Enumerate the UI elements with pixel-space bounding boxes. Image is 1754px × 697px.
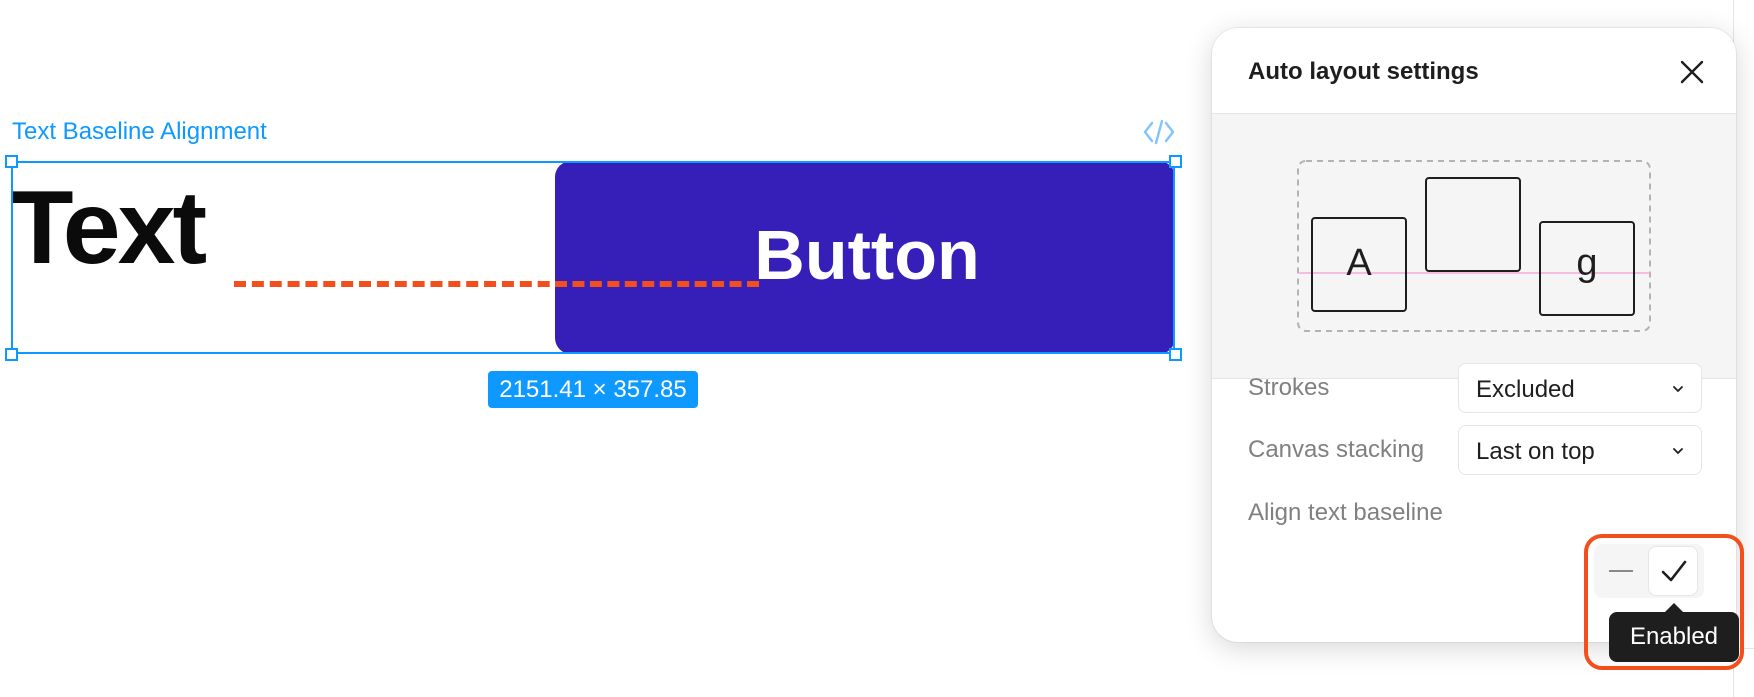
strokes-select[interactable]: Excluded [1458, 363, 1702, 413]
preview-box-g-label: g [1576, 242, 1597, 284]
baseline-preview: A g [1212, 114, 1736, 379]
preview-box-a-label: A [1346, 242, 1372, 284]
resize-handle-top-right[interactable] [1169, 155, 1182, 168]
chevron-down-icon [1673, 448, 1683, 454]
panel-title: Auto layout settings [1248, 58, 1479, 85]
dimensions-badge: 2151.41 × 357.85 [488, 371, 698, 408]
canvas-stacking-select[interactable]: Last on top [1458, 425, 1702, 475]
panel-header: Auto layout settings [1212, 28, 1736, 114]
canvas-stacking-label: Canvas stacking [1248, 436, 1425, 463]
canvas-stacking-select-value: Last on top [1476, 438, 1595, 465]
strokes-select-value: Excluded [1476, 376, 1575, 403]
resize-handle-bottom-left[interactable] [5, 348, 18, 361]
close-icon[interactable] [1676, 56, 1708, 88]
chevron-down-icon [1673, 386, 1683, 392]
enabled-tooltip: Enabled [1609, 612, 1739, 662]
resize-handle-bottom-right[interactable] [1169, 348, 1182, 361]
selection-box [11, 161, 1175, 354]
strokes-label: Strokes [1248, 374, 1330, 401]
resize-handle-top-left[interactable] [5, 155, 18, 168]
code-icon[interactable] [1142, 118, 1176, 146]
frame-label[interactable]: Text Baseline Alignment [12, 118, 267, 146]
align-text-baseline-label: Align text baseline [1248, 499, 1443, 526]
